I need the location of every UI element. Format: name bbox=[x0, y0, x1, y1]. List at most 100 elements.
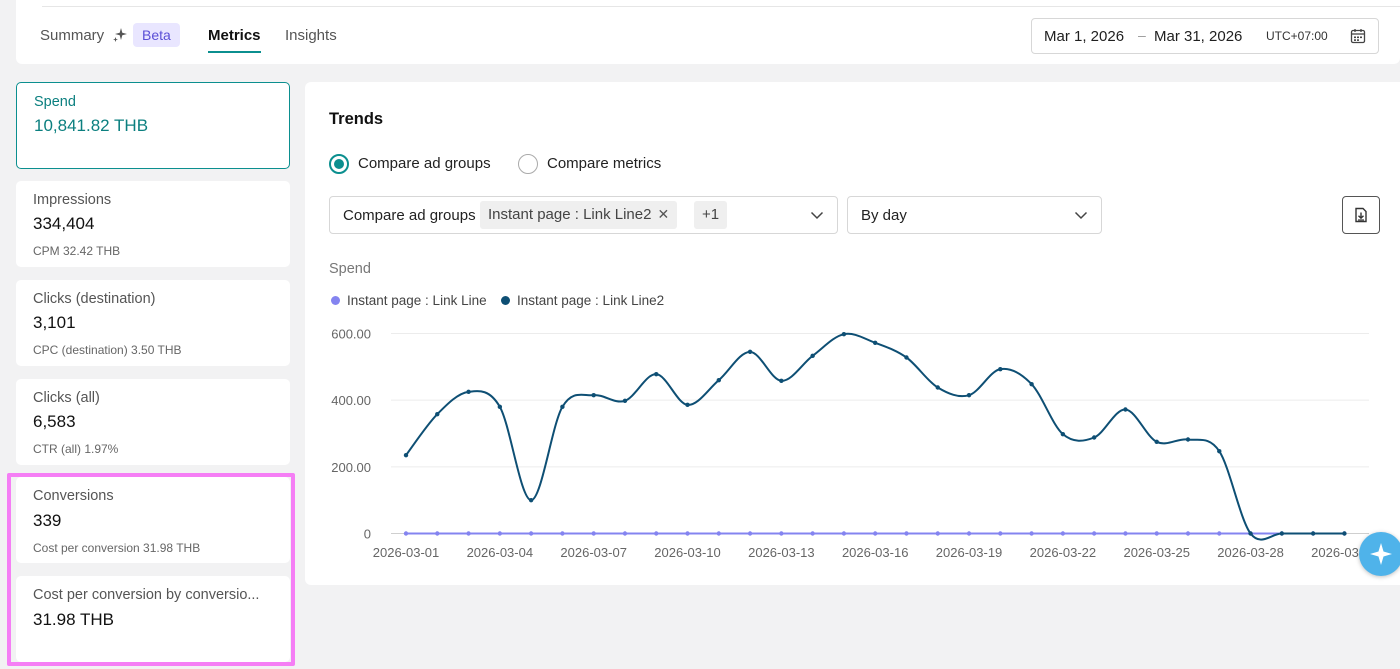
data-point bbox=[1310, 531, 1316, 536]
data-point bbox=[1217, 531, 1222, 536]
data-point bbox=[1217, 448, 1222, 454]
metric-card-spend[interactable]: Spend 10,841.82 THB bbox=[16, 82, 290, 169]
data-point bbox=[1123, 531, 1128, 536]
assistant-button[interactable] bbox=[1359, 532, 1400, 576]
x-tick-label: 2026-03-13 bbox=[748, 545, 815, 560]
tab-insights[interactable]: Insights bbox=[285, 27, 337, 44]
data-point bbox=[966, 392, 972, 398]
tab-metrics[interactable]: Metrics bbox=[208, 27, 261, 53]
date-separator: – bbox=[1138, 27, 1146, 43]
metric-card-clicks-destination[interactable]: Clicks (destination) 3,101 CPC (destinat… bbox=[16, 280, 290, 366]
metric-value: 6,583 bbox=[33, 412, 76, 431]
data-point bbox=[810, 531, 815, 536]
data-point bbox=[591, 531, 596, 536]
data-point bbox=[841, 531, 847, 536]
x-tick-label: 2026-03-01 bbox=[373, 545, 440, 560]
data-point bbox=[591, 392, 596, 398]
active-tab-indicator bbox=[208, 51, 261, 53]
metric-subtext: Cost per conversion 31.98 THB bbox=[33, 541, 201, 555]
data-point bbox=[403, 452, 409, 458]
metric-card-cost-per-conversion[interactable]: Cost per conversion by conversio... 31.9… bbox=[16, 576, 290, 662]
data-point bbox=[1060, 531, 1066, 536]
y-tick-label: 200.00 bbox=[331, 460, 371, 475]
divider bbox=[42, 6, 1400, 7]
data-point bbox=[1185, 531, 1191, 536]
trend-chart: 0 200.00 400.00 600.00 2026-03-01 2026-03-04 2… bbox=[331, 327, 1377, 561]
data-point bbox=[685, 402, 690, 408]
data-point bbox=[685, 531, 690, 536]
data-point bbox=[1185, 437, 1191, 442]
data-point bbox=[1091, 531, 1097, 536]
x-tick-label: 2026-03-10 bbox=[654, 545, 721, 560]
data-point bbox=[998, 366, 1003, 372]
data-point bbox=[1342, 531, 1347, 536]
data-point bbox=[904, 531, 909, 536]
data-point bbox=[1060, 431, 1066, 437]
x-tick-label: 2026-03-28 bbox=[1217, 545, 1284, 560]
data-point bbox=[654, 371, 659, 377]
data-point bbox=[716, 531, 721, 536]
data-point bbox=[435, 531, 440, 536]
metric-card-conversions[interactable]: Conversions 339 Cost per conversion 31.9… bbox=[16, 477, 290, 563]
data-point bbox=[716, 377, 721, 383]
data-point bbox=[998, 531, 1003, 536]
data-point bbox=[1029, 381, 1034, 387]
metric-label: Clicks (destination) bbox=[33, 291, 156, 307]
data-point bbox=[1091, 435, 1097, 440]
data-point bbox=[1029, 531, 1034, 536]
data-point bbox=[654, 531, 659, 536]
data-point bbox=[873, 340, 878, 346]
date-range-picker[interactable]: Mar 1, 2026 – Mar 31, 2026 UTC+07:00 bbox=[1031, 18, 1379, 54]
data-point bbox=[497, 404, 503, 410]
metric-value: 334,404 bbox=[33, 214, 95, 233]
data-point bbox=[560, 531, 565, 536]
data-point bbox=[904, 355, 909, 360]
metric-label: Conversions bbox=[33, 488, 114, 504]
sparkle-icon bbox=[113, 28, 127, 42]
metric-subtext: CPM 32.42 THB bbox=[33, 244, 121, 258]
data-point bbox=[1123, 407, 1128, 412]
top-bar: Summary Beta Metrics Insights Mar 1, 202… bbox=[16, 0, 1400, 64]
metric-label: Cost per conversion by conversio... bbox=[33, 587, 260, 603]
metric-value: 31.98 THB bbox=[33, 610, 114, 629]
metric-value: 3,101 bbox=[33, 313, 76, 332]
data-point bbox=[810, 353, 815, 359]
data-point bbox=[466, 389, 471, 395]
x-tick-label: 2026-03-19 bbox=[936, 545, 1003, 560]
data-point bbox=[622, 531, 628, 536]
x-tick-label: 2026-03-07 bbox=[560, 545, 627, 560]
tab-summary[interactable]: Summary bbox=[40, 27, 104, 44]
x-tick-label: 2026-03-25 bbox=[1123, 545, 1190, 560]
data-point bbox=[466, 531, 471, 536]
data-point bbox=[1248, 531, 1253, 536]
data-point bbox=[779, 531, 784, 536]
timezone-label: UTC+07:00 bbox=[1266, 29, 1328, 43]
data-point bbox=[841, 331, 847, 337]
date-start: Mar 1, 2026 bbox=[1044, 28, 1125, 45]
data-point bbox=[1154, 439, 1159, 445]
metric-card-impressions[interactable]: Impressions 334,404 CPM 32.42 THB bbox=[16, 181, 290, 267]
data-point bbox=[528, 531, 534, 536]
data-point bbox=[935, 385, 940, 390]
data-point bbox=[528, 497, 534, 503]
metric-label: Impressions bbox=[33, 192, 112, 208]
data-point bbox=[435, 411, 440, 417]
data-point bbox=[403, 531, 409, 536]
data-point bbox=[497, 531, 503, 536]
calendar-icon bbox=[1350, 29, 1366, 44]
metric-card-clicks-all[interactable]: Clicks (all) 6,583 CTR (all) 1.97% bbox=[16, 379, 290, 465]
metric-value: 339 bbox=[33, 511, 62, 530]
data-point bbox=[622, 398, 628, 404]
metric-subtext: CPC (destination) 3.50 THB bbox=[33, 343, 182, 357]
date-end: Mar 31, 2026 bbox=[1154, 28, 1243, 45]
y-tick-label: 600.00 bbox=[331, 327, 371, 342]
y-tick-label: 0 bbox=[364, 527, 371, 542]
data-point bbox=[1279, 531, 1285, 536]
series-line bbox=[405, 332, 1345, 541]
x-tick-label: 2026-03-22 bbox=[1030, 545, 1097, 560]
data-point bbox=[1154, 531, 1159, 536]
metric-value: 10,841.82 THB bbox=[34, 116, 149, 135]
tab-metrics-label: Metrics bbox=[208, 27, 261, 44]
metric-label: Spend bbox=[34, 94, 76, 110]
data-point bbox=[560, 404, 565, 410]
